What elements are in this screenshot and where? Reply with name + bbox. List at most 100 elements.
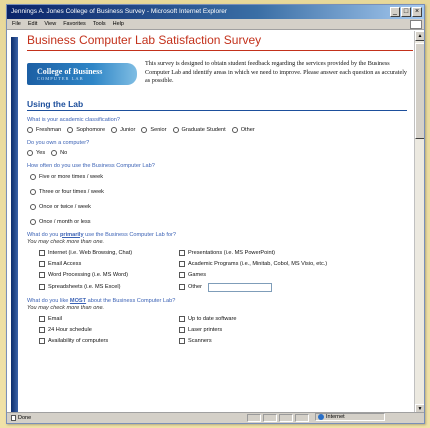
option-laser-printers[interactable]: Laser printers [179,327,379,334]
option-email[interactable]: Email [39,316,179,323]
option-availability[interactable]: Availability of computers [39,338,179,345]
option-email-access[interactable]: Email Access [39,261,179,268]
option-once-month[interactable]: Once / month or less [30,219,413,226]
option-three-or-four[interactable]: Three or four times / week [30,189,413,196]
radio-button[interactable] [30,189,36,195]
option-label: Academic Programs (i.e., Minitab, Cobol,… [188,260,328,267]
radio-button[interactable] [27,150,33,156]
survey-content: Business Computer Lab Satisfaction Surve… [27,33,413,345]
radio-button[interactable] [172,127,179,133]
menu-file[interactable]: File [12,19,21,29]
radio-button[interactable] [51,150,58,156]
question-frequency: How often do you use the Business Comput… [27,162,155,169]
option-sophomore[interactable]: Sophomore [67,127,105,134]
option-up-to-date-software[interactable]: Up to date software [179,316,379,323]
checkbox[interactable] [39,272,45,278]
option-label: Yes [36,149,46,156]
checkbox[interactable] [179,272,185,278]
decorative-side-bar [11,37,18,414]
option-games[interactable]: Games [179,272,379,279]
checkbox[interactable] [179,316,185,322]
option-label: Up to date software [188,315,237,322]
option-spreadsheets[interactable]: Spreadsheets (i.e. MS Excel) [39,283,179,292]
option-junior[interactable]: Junior [111,127,135,134]
option-once-or-twice[interactable]: Once or twice / week [30,204,413,211]
question-text: use the Business Computer Lab for? [85,231,176,238]
option-scanners[interactable]: Scanners [179,338,379,345]
radio-button[interactable] [30,219,36,225]
scroll-up-button[interactable]: ▲ [415,31,424,41]
option-label: Availability of computers [48,337,109,344]
radio-button[interactable] [231,127,238,133]
option-academic-programs[interactable]: Academic Programs (i.e., Minitab, Cobol,… [179,261,379,268]
radio-button[interactable] [30,174,36,180]
checkbox[interactable] [39,284,45,290]
option-internet[interactable]: Internet (i.e. Web Browsing, Chat) [39,250,179,257]
menu-edit[interactable]: Edit [28,19,37,29]
status-cells [247,413,309,423]
checkbox[interactable] [39,327,45,333]
radio-button[interactable] [141,127,148,133]
checkbox[interactable] [179,284,185,290]
hint-text: You may check more than one. [27,304,105,311]
radio-button[interactable] [67,127,74,133]
option-label: Email [48,315,62,322]
option-other-use[interactable]: Other [179,282,379,292]
scroll-thumb[interactable] [415,43,424,139]
question-own-computer: Do you own a computer? [27,139,90,146]
browser-window: Jennings A. Jones College of Business Su… [6,4,425,424]
status-text: Done [18,415,32,421]
option-label: Once or twice / week [39,203,91,210]
question-primary-use: What do you primarily use the Business C… [27,232,413,239]
radio-button[interactable] [27,127,33,133]
checkbox[interactable] [179,261,185,267]
windows-logo-icon [410,20,422,29]
window-controls: _ □ × [390,7,422,17]
option-24-hour-schedule[interactable]: 24 Hour schedule [39,327,179,334]
option-label: Word Processing (i.e. MS Word) [48,271,128,278]
option-presentations[interactable]: Presentations (i.e. MS PowerPoint) [179,250,379,257]
option-other[interactable]: Other [231,127,255,134]
status-cell [247,414,261,422]
status-cell [263,414,277,422]
maximize-button[interactable]: □ [401,7,411,17]
menu-view[interactable]: View [44,19,56,29]
checkbox[interactable] [179,338,185,344]
checkbox[interactable] [39,338,45,344]
menu-help[interactable]: Help [113,19,124,29]
radio-button[interactable] [30,204,36,210]
option-label: No [60,149,68,156]
page-title: Business Computer Lab Satisfaction Surve… [27,33,413,51]
checkbox[interactable] [39,316,45,322]
option-label: Freshman [36,126,62,133]
option-label: Graduate Student [181,126,226,133]
security-zone: Internet [315,413,385,421]
option-label: Presentations (i.e. MS PowerPoint) [188,249,276,256]
option-senior[interactable]: Senior [141,126,167,134]
section-heading: Using the Lab [27,99,407,111]
college-logo: College of Business COMPUTER LAB [27,63,137,85]
option-label: 24 Hour schedule [48,326,92,333]
option-five-or-more[interactable]: Five or more times / week [30,174,413,181]
logo-subtitle: COMPUTER LAB [37,75,84,81]
menu-favorites[interactable]: Favorites [63,19,86,29]
radio-button[interactable] [111,127,118,133]
option-label: Senior [150,126,167,133]
close-button[interactable]: × [412,7,422,17]
checkbox[interactable] [179,250,185,256]
question-emphasis: MOST [69,297,87,304]
option-word-processing[interactable]: Word Processing (i.e. MS Word) [39,272,179,279]
option-no[interactable]: No [51,150,67,157]
checkbox[interactable] [39,250,45,256]
menu-tools[interactable]: Tools [93,19,106,29]
option-graduate-student[interactable]: Graduate Student [172,126,226,134]
checkbox[interactable] [179,327,185,333]
option-yes[interactable]: Yes [27,150,45,157]
checkbox[interactable] [39,261,45,267]
minimize-button[interactable]: _ [390,7,400,17]
primary-use-options: Internet (i.e. Web Browsing, Chat) Prese… [39,250,413,292]
status-cell [295,414,309,422]
other-text-field[interactable] [208,282,272,292]
option-freshman[interactable]: Freshman [27,127,61,134]
vertical-scrollbar[interactable]: ▲ ▼ [414,31,424,414]
